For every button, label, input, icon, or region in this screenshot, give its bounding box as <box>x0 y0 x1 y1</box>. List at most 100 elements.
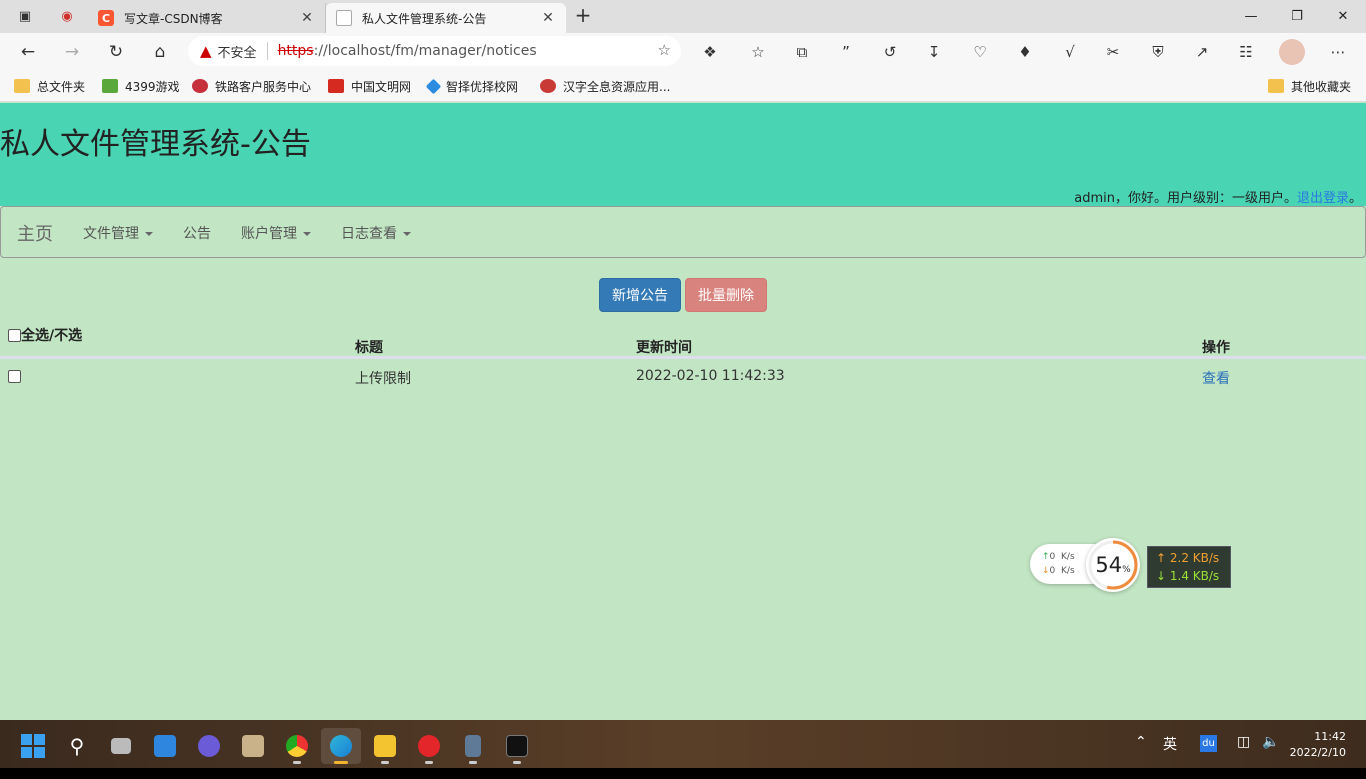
more-menu-icon[interactable]: ⋯ <box>1325 39 1351 65</box>
add-favorite-icon[interactable]: ☆ <box>658 41 671 59</box>
select-all-label: 全选/不选 <box>21 328 83 344</box>
bookmark-label: 智择优择校网 <box>446 79 519 94</box>
add-notice-button[interactable]: 新增公告 <box>599 278 681 312</box>
search-icon: ⚲ <box>69 734 85 758</box>
extensions-icon[interactable]: ❖ <box>697 39 723 65</box>
calculator-button[interactable] <box>453 728 493 764</box>
bookmark-folder[interactable]: 总文件夹 <box>14 76 85 96</box>
view-link[interactable]: 查看 <box>1202 371 1230 387</box>
minimize-icon[interactable]: — <box>1228 0 1274 33</box>
clock-date: 2022/2/10 <box>1289 746 1346 759</box>
forward-icon[interactable]: → <box>58 38 86 66</box>
row-checkbox[interactable] <box>8 370 21 383</box>
edge-icon <box>330 735 352 757</box>
bookmark-zhize[interactable]: 智择优择校网 <box>425 76 519 96</box>
close-window-icon[interactable]: ✕ <box>1320 0 1366 33</box>
nav-label: 公告 <box>183 226 211 242</box>
system-clock[interactable]: 11:42 2022/2/10 <box>1290 729 1346 761</box>
folder-icon <box>14 79 30 93</box>
select-all-checkbox[interactable] <box>8 328 21 342</box>
upload-speed: ↑ 2.2 KB/s <box>1156 551 1220 565</box>
ime-indicator[interactable]: 英 <box>1163 734 1177 754</box>
speed-monitor[interactable]: ↑ 2.2 KB/s ↓ 1.4 KB/s <box>1147 546 1231 588</box>
performance-icon[interactable]: ♡ <box>967 39 993 65</box>
new-tab-button[interactable]: + <box>570 4 596 28</box>
shield-icon[interactable]: ⛨ <box>1145 39 1171 65</box>
chrome-button[interactable] <box>277 728 317 764</box>
close-tab-icon[interactable]: ✕ <box>540 10 556 26</box>
notifications-icon[interactable]: ♦ <box>1012 39 1038 65</box>
task-view-button[interactable] <box>101 728 141 764</box>
bookmark-12306[interactable]: 铁路客户服务中心 <box>192 76 311 96</box>
tab-notices[interactable]: 私人文件管理系统-公告 ✕ <box>326 3 566 33</box>
address-toolbar: ← → ↻ ⌂ ▲ 不安全 https ://localhost/fm/mana… <box>0 33 1366 70</box>
table-row: 上传限制 2022-02-10 11:42:33 查看 <box>0 361 1366 393</box>
bookmark-other-favorites[interactable]: 其他收藏夹 <box>1268 76 1351 96</box>
warning-icon: ▲ <box>200 42 212 60</box>
net-unit: K/s <box>1061 566 1075 576</box>
nav-notices[interactable]: 公告 <box>183 223 211 243</box>
home-icon[interactable]: ⌂ <box>146 38 174 66</box>
clock-time: 11:42 <box>1314 730 1346 743</box>
widgets-button[interactable] <box>145 728 185 764</box>
chrome-icon <box>286 735 308 757</box>
baidu-icon[interactable]: du <box>1200 735 1217 752</box>
logout-link[interactable]: 退出登录 <box>1297 191 1349 206</box>
bookmark-hanzi[interactable]: 汉字全息资源应用... <box>540 76 670 96</box>
caret-down-icon <box>403 232 411 236</box>
app-shield-button[interactable] <box>233 728 273 764</box>
tab-actions-icon[interactable]: ▣ <box>12 4 38 28</box>
header-title: 标题 <box>355 340 383 356</box>
running-indicator <box>293 761 301 764</box>
bookmark-4399[interactable]: 4399游戏 <box>102 76 180 96</box>
collections-icon[interactable]: ⧉ <box>789 39 815 65</box>
quote-icon[interactable]: ” <box>833 39 859 65</box>
cpu-number: 54 <box>1095 553 1123 577</box>
screenshot-icon[interactable]: ✂ <box>1100 39 1126 65</box>
insecure-label[interactable]: 不安全 <box>218 42 257 61</box>
refresh-icon[interactable]: ↻ <box>102 38 130 66</box>
edge-button[interactable] <box>321 728 361 764</box>
folder-icon <box>374 735 396 757</box>
math-solver-icon[interactable]: √ <box>1057 39 1083 65</box>
net-down-value: 0 <box>1049 566 1056 576</box>
address-bar[interactable]: ▲ 不安全 https ://localhost/fm/manager/noti… <box>188 36 681 66</box>
nav-home[interactable]: 主页 <box>17 220 53 246</box>
favorites-bar: 总文件夹 4399游戏 铁路客户服务中心 中国文明网 智择优择校网 汉字全息资源… <box>0 70 1366 102</box>
file-explorer-button[interactable] <box>365 728 405 764</box>
terminal-button[interactable] <box>497 728 537 764</box>
downloads-icon[interactable]: ↧ <box>921 39 947 65</box>
weibo-pinned-tab-icon[interactable]: ◉ <box>54 4 80 28</box>
bookmark-wenming[interactable]: 中国文明网 <box>328 76 411 96</box>
apps-icon[interactable]: ☷ <box>1233 39 1259 65</box>
close-tab-icon[interactable]: ✕ <box>299 10 315 26</box>
favorites-icon[interactable]: ☆ <box>745 39 771 65</box>
search-button[interactable]: ⚲ <box>57 728 97 764</box>
tab-csdn[interactable]: C 写文章-CSDN博客 ✕ <box>88 3 326 33</box>
caret-down-icon <box>145 232 153 236</box>
netease-music-button[interactable] <box>409 728 449 764</box>
nav-log-view[interactable]: 日志查看 <box>341 223 411 243</box>
back-icon[interactable]: ← <box>14 38 42 66</box>
user-greeting: admin，你好。用户级别：一级用户。 <box>1074 191 1297 206</box>
bookmark-label: 汉字全息资源应用... <box>563 79 671 94</box>
user-suffix: 。 <box>1348 191 1362 206</box>
profile-avatar[interactable] <box>1279 39 1305 65</box>
running-indicator <box>381 761 389 764</box>
restore-icon[interactable]: ❐ <box>1274 0 1320 33</box>
volume-icon[interactable]: 🔈 <box>1262 734 1279 750</box>
nav-account-management[interactable]: 账户管理 <box>241 223 311 243</box>
cpu-gauge[interactable]: 54% <box>1086 538 1140 592</box>
batch-delete-button[interactable]: 批量删除 <box>685 278 767 312</box>
nav-file-management[interactable]: 文件管理 <box>83 223 153 243</box>
start-button[interactable] <box>13 728 53 764</box>
share-icon[interactable]: ↗ <box>1189 39 1215 65</box>
teams-chat-button[interactable] <box>189 728 229 764</box>
tray-overflow-icon[interactable]: ⌃ <box>1135 734 1147 750</box>
history-icon[interactable]: ↺ <box>877 39 903 65</box>
folder-icon <box>1268 79 1284 93</box>
calculator-icon <box>465 735 481 757</box>
network-icon[interactable]: ◫ <box>1237 734 1250 750</box>
row-title: 上传限制 <box>355 371 411 387</box>
windows-icon <box>21 734 45 758</box>
